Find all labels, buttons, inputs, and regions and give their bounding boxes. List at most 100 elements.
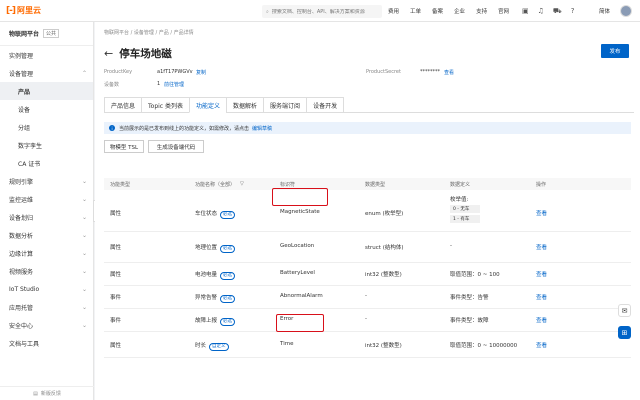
sidebar-item[interactable]: 边缘计算 ⌄ (0, 244, 93, 262)
sidebar-item-label: CA 证书 (18, 160, 41, 168)
highlight-box-magnetic-state (272, 188, 328, 206)
chat-icon[interactable]: ✉ (618, 304, 631, 317)
filter-icon[interactable]: ▽ (240, 181, 244, 187)
sidebar-item[interactable]: 安全中心 ⌄ (0, 316, 93, 334)
cell-identifier: GeoLocation (280, 243, 315, 249)
enum-value: 1 - 有车 (450, 215, 480, 223)
cell-type: 属性 (110, 343, 122, 349)
cart-icon[interactable]: ⛟ (553, 7, 562, 16)
view-link[interactable]: 查看 (536, 293, 547, 301)
cell-data-def: 取值范围：0 ~ 10000000 (450, 343, 518, 349)
platform-tag[interactable]: 公共 (43, 29, 60, 38)
tsl-button[interactable]: 物模型 TSL (104, 140, 144, 153)
edit-draft-link[interactable]: 编辑草稿 (252, 125, 272, 132)
help-icon[interactable]: ? (571, 7, 575, 15)
back-arrow-icon[interactable]: ← (104, 47, 113, 60)
cell-data-def: 事件类型：故障 (450, 318, 489, 324)
tab-server-subscription[interactable]: 服务端订阅 (263, 97, 307, 113)
sidebar-item-label: 安全中心 (9, 322, 34, 330)
cell-type: 事件 (110, 318, 122, 324)
cell-data-type: - (365, 293, 367, 299)
product-secret-label: ProductSecret (366, 69, 401, 75)
sidebar-item[interactable]: 监控运维 ⌄ (0, 190, 93, 208)
view-link[interactable]: 查看 (536, 243, 547, 251)
tab-topic-list[interactable]: Topic 类列表 (141, 97, 190, 113)
sidebar-item[interactable]: 数据分析 ⌄ (0, 226, 93, 244)
view-link[interactable]: 查看 (536, 270, 547, 278)
product-secret-value: ******** (420, 69, 440, 75)
tab-data-parsing[interactable]: 数据解析 (226, 97, 264, 113)
cloud-shell-icon[interactable]: ▣ (522, 7, 529, 15)
info-notice: i 当前展示的是已发布到线上的功能定义，如需修改，请点击 编辑草稿 (104, 122, 631, 134)
cell-data-def: 枚举值: 0 - 无车 1 - 有车 (450, 195, 480, 223)
sidebar-item[interactable]: 设备管理 ⌃ (0, 64, 93, 82)
aliyun-logo[interactable]: [-] 阿里云 (6, 5, 41, 16)
cell-name: 车位状态 必选 (195, 209, 236, 219)
sidebar-item[interactable]: 实例管理 (0, 46, 93, 64)
breadcrumb[interactable]: 物联网平台 / 设备管理 / 产品 / 产品详情 (104, 29, 194, 36)
generate-code-button[interactable]: 生成设备端代码 (148, 140, 204, 153)
global-search[interactable]: ⌕ (262, 5, 382, 18)
platform-title: 物联网平台 (9, 31, 40, 38)
chevron-icon: ⌄ (81, 195, 87, 203)
sidebar-item[interactable]: 数字孪生 (0, 136, 93, 154)
sidebar-item[interactable]: 分组 (0, 118, 93, 136)
cell-name-label: 车位状态 (195, 211, 218, 217)
avatar[interactable] (620, 5, 632, 17)
tab-function-definition[interactable]: 功能定义 (189, 97, 227, 113)
sidebar-item[interactable]: CA 证书 (0, 154, 93, 172)
logo-text: 阿里云 (16, 6, 41, 15)
chevron-icon: ⌃ (81, 69, 87, 77)
nav-ticket[interactable]: 工单 (410, 7, 421, 15)
view-link[interactable]: 查看 (536, 341, 547, 349)
language-switch[interactable]: 简体 (599, 7, 610, 15)
goto-manage-link[interactable]: 前往管理 (164, 81, 184, 88)
nav-icp[interactable]: 备案 (432, 7, 443, 15)
sidebar-item-label: 视频服务 (9, 268, 34, 276)
feedback-link[interactable]: ▤ 新版反馈 (0, 386, 94, 400)
sidebar-item[interactable]: IoT Studio ⌄ (0, 280, 93, 298)
top-icons: ▣ ♫ ⛟ ? (522, 0, 583, 22)
table-row: 属性 地理位置 必选 GeoLocation struct (结构体) - 查看 (104, 232, 631, 263)
nav-enterprise[interactable]: 企业 (454, 7, 465, 15)
required-badge: 必选 (220, 245, 236, 253)
apps-icon[interactable]: ⊞ (618, 326, 631, 339)
copy-link[interactable]: 复制 (196, 69, 206, 76)
required-badge: 自定义 (209, 343, 229, 351)
sidebar: 物联网平台 公共 实例管理 设备管理 ⌃ 产品设备 分组数字孪生 CA 证书规则引擎 ⌄ 监控… (0, 22, 94, 400)
device-count-value: 1 (157, 81, 161, 87)
view-link[interactable]: 查看 (536, 209, 547, 217)
cell-data-def: 取值范围：0 ~ 100 (450, 272, 500, 278)
sidebar-item[interactable]: 文档与工具 (0, 334, 93, 352)
notification-icon[interactable]: ♫ (538, 7, 544, 15)
tab-device-development[interactable]: 设备开发 (306, 97, 345, 113)
sidebar-item[interactable]: 设备 (0, 100, 93, 118)
sidebar-item-label: IoT Studio (9, 285, 40, 293)
sidebar-item-label: 产品 (18, 88, 31, 96)
tab-product-info[interactable]: 产品信息 (104, 97, 142, 113)
sidebar-item-label: 数字孪生 (18, 142, 43, 150)
sidebar-item[interactable]: 视频服务 ⌄ (0, 262, 93, 280)
nav-billing[interactable]: 费用 (388, 7, 399, 15)
th-name[interactable]: 功能名称（全部） (195, 181, 235, 188)
th-type: 功能类型 (110, 182, 131, 188)
nav-support[interactable]: 支持 (476, 7, 487, 15)
th-data-type: 数据类型 (365, 182, 386, 188)
cell-data-type: - (365, 316, 367, 322)
cell-name-label: 地理位置 (195, 245, 218, 251)
view-secret-link[interactable]: 查看 (444, 69, 454, 76)
view-link[interactable]: 查看 (536, 316, 547, 324)
sidebar-item[interactable]: 产品 (0, 82, 93, 100)
cell-name: 故障上报 必选 (195, 316, 236, 326)
sidebar-item[interactable]: 规则引擎 ⌄ (0, 172, 93, 190)
search-input[interactable] (271, 8, 372, 15)
nav-website[interactable]: 官网 (498, 7, 509, 15)
sidebar-item[interactable]: 设备划归 ⌄ (0, 208, 93, 226)
notice-text: 当前展示的是已发布到线上的功能定义，如需修改，请点击 (119, 125, 250, 132)
chevron-icon: ⌄ (81, 321, 87, 329)
cell-data-def: - (450, 243, 452, 249)
chevron-icon: ⌄ (81, 231, 87, 239)
sidebar-item[interactable]: 应用托管 ⌄ (0, 298, 93, 316)
publish-button[interactable]: 发布 (601, 44, 629, 58)
cell-name: 时长 自定义 (195, 341, 229, 351)
